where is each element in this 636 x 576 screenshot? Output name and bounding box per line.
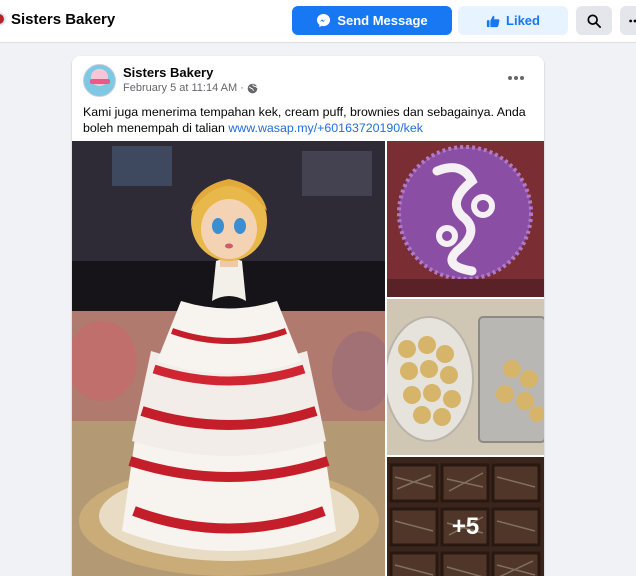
- purple-cake-image: [387, 141, 544, 297]
- messenger-icon: [317, 13, 331, 28]
- liked-button[interactable]: Liked: [458, 6, 568, 35]
- photo-doll-cake[interactable]: [72, 141, 385, 576]
- doll-cake-image: [72, 141, 385, 576]
- post-author-name[interactable]: Sisters Bakery: [123, 65, 213, 80]
- more-icon: [629, 19, 636, 22]
- page-header-bar: Sisters Bakery Send Message Liked: [0, 0, 636, 43]
- page-title[interactable]: Sisters Bakery: [11, 11, 115, 28]
- globe-icon: [247, 83, 258, 93]
- post-card: Sisters Bakery February 5 at 11:14 AM · …: [72, 56, 544, 576]
- ellipsis-dot: [520, 76, 524, 80]
- meta-separator: ·: [240, 82, 244, 94]
- more-photos-overlay[interactable]: +5: [387, 457, 544, 576]
- send-message-label: Send Message: [337, 13, 428, 28]
- search-icon: [587, 13, 601, 28]
- search-button[interactable]: [576, 6, 612, 35]
- photo-purple-cake[interactable]: [387, 141, 544, 297]
- liked-label: Liked: [506, 13, 540, 28]
- send-message-button[interactable]: Send Message: [292, 6, 452, 35]
- photo-brownies[interactable]: +5: [387, 457, 544, 576]
- ellipsis-dot: [514, 76, 518, 80]
- more-options-button[interactable]: [620, 6, 636, 35]
- post-options-button[interactable]: [504, 68, 528, 88]
- post-author-avatar[interactable]: [83, 64, 116, 97]
- photo-cream-puffs[interactable]: [387, 299, 544, 455]
- order-link[interactable]: www.wasap.my/+60163720190/kek: [228, 121, 423, 135]
- post-timestamp[interactable]: February 5 at 11:14 AM: [123, 82, 237, 94]
- post-meta: February 5 at 11:14 AM ·: [123, 82, 258, 94]
- ellipsis-icon: [508, 76, 512, 80]
- more-photos-count: +5: [451, 512, 480, 540]
- thumbs-up-icon: [486, 15, 500, 27]
- page-avatar[interactable]: [0, 12, 6, 26]
- cream-puffs-image: [387, 299, 544, 455]
- post-body: Kami juga menerima tempahan kek, cream p…: [83, 104, 533, 136]
